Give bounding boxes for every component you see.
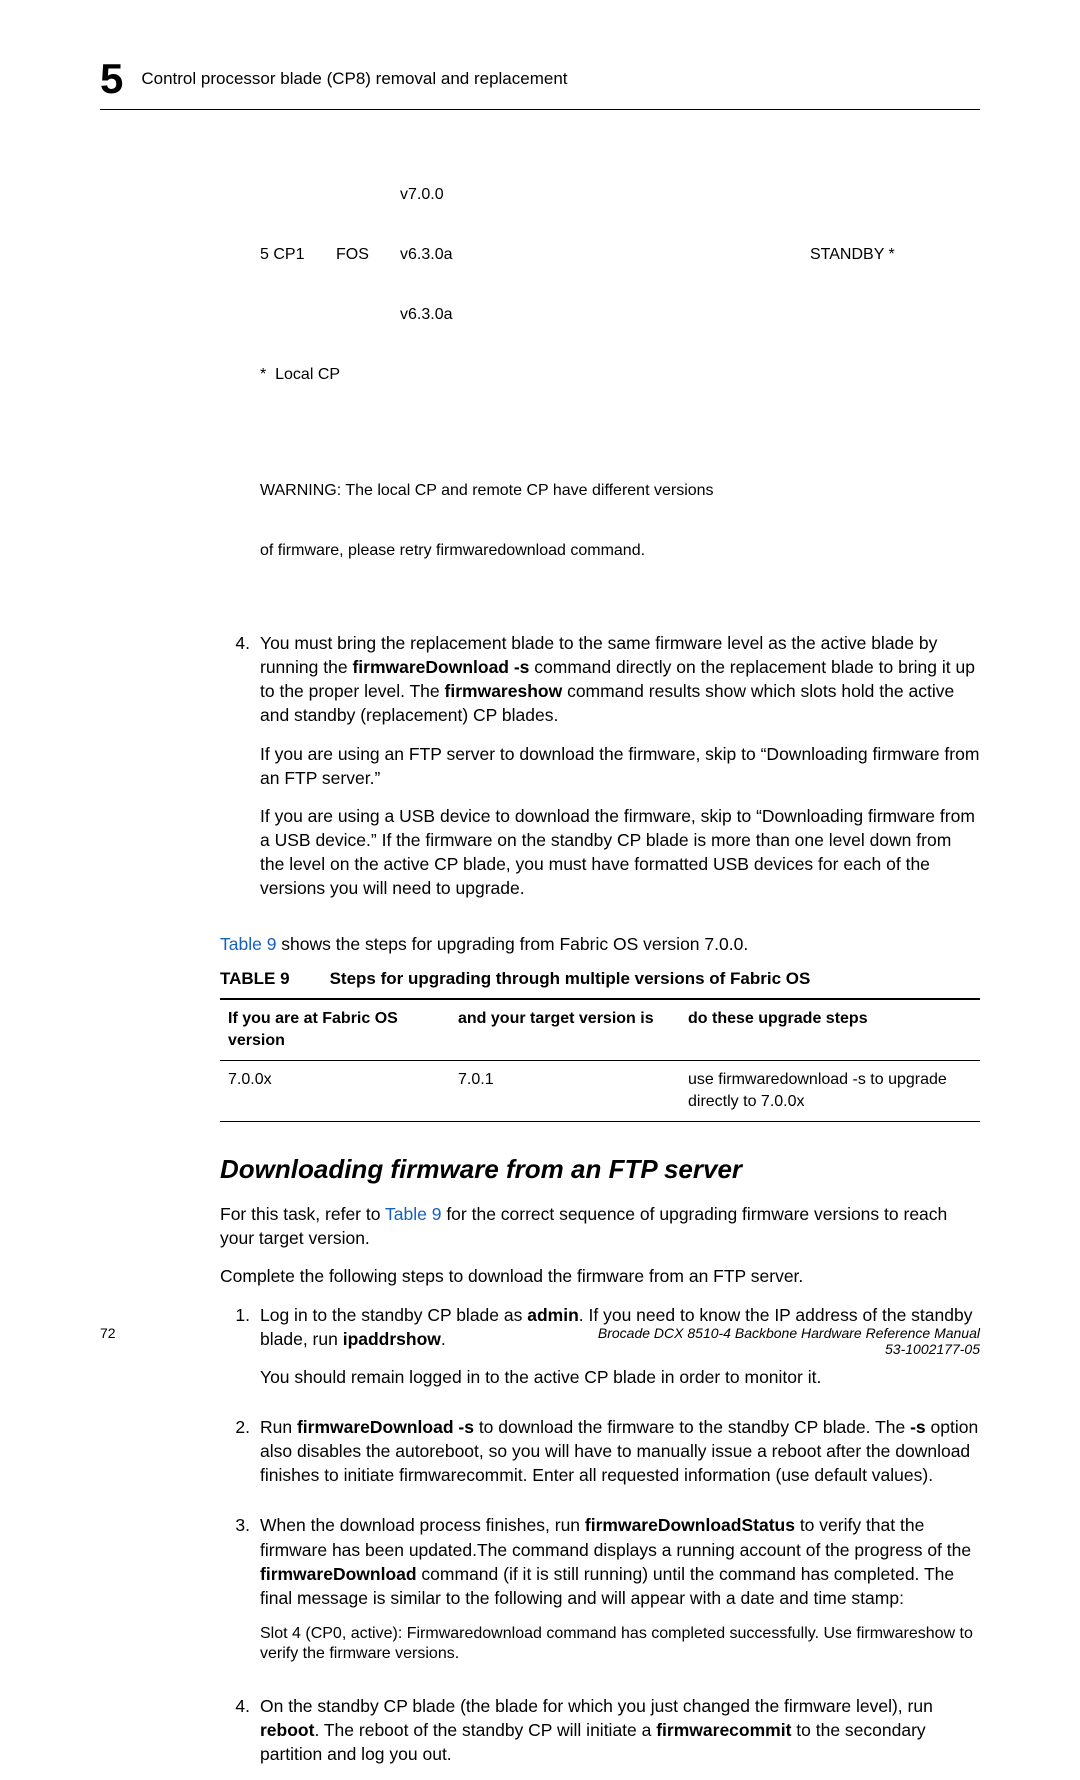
upgrade-table: If you are at Fabric OS version and your… <box>220 998 980 1122</box>
terminal-output: v7.0.0 5 CP1 FOS v6.3.0a STANDBY * v6.3.… <box>260 145 980 601</box>
section: Downloading firmware from an FTP server … <box>220 1152 980 1780</box>
slot-id: 5 CP1 <box>260 245 330 265</box>
doc-title: Brocade DCX 8510-4 Backbone Hardware Ref… <box>598 1325 980 1341</box>
doc-number: 53-1002177-05 <box>885 1341 980 1357</box>
list-item: 4. On the standby CP blade (the blade fo… <box>220 1694 980 1780</box>
command-name: firmwareDownloadStatus <box>585 1515 795 1535</box>
command-name: firmwareDownload -s <box>297 1417 474 1437</box>
cell-steps: use firmwaredownload -s to upgrade direc… <box>688 1069 980 1113</box>
paragraph: You should remain logged in to the activ… <box>260 1365 980 1389</box>
step-number: 4. <box>220 631 260 914</box>
flag-name: -s <box>910 1417 926 1437</box>
page-footer: 72 Brocade DCX 8510-4 Backbone Hardware … <box>100 1325 980 1357</box>
step-number: 2. <box>220 1415 260 1501</box>
section-heading: Downloading firmware from an FTP server <box>220 1152 980 1188</box>
command-name: firmwareDownload -s <box>352 657 529 677</box>
table-link[interactable]: Table 9 <box>385 1204 441 1224</box>
paragraph: For this task, refer to Table 9 for the … <box>220 1202 980 1250</box>
list-item: 4. You must bring the replacement blade … <box>220 631 980 914</box>
paragraph: Complete the following steps to download… <box>220 1264 980 1288</box>
command-name: reboot <box>260 1720 314 1740</box>
cell-current: 7.0.0x <box>220 1069 458 1113</box>
fw-version: v6.3.0a <box>400 305 470 325</box>
cp-status: STANDBY * <box>810 245 895 265</box>
step-number: 4. <box>220 1694 260 1780</box>
table-row: 7.0.0x 7.0.1 use firmwaredownload -s to … <box>220 1061 980 1121</box>
chapter-number: 5 <box>100 55 123 103</box>
table-link[interactable]: Table 9 <box>220 934 276 954</box>
paragraph: You must bring the replacement blade to … <box>260 631 980 728</box>
warning-line: WARNING: The local CP and remote CP have… <box>260 481 980 501</box>
command-name: firmwareDownload <box>260 1564 417 1584</box>
table-caption: Steps for upgrading through multiple ver… <box>330 967 811 990</box>
col-header-steps: do these upgrade steps <box>688 1008 980 1052</box>
command-name: firmwareshow <box>445 681 563 701</box>
list-item: 2. Run firmwareDownload -s to download t… <box>220 1415 980 1501</box>
os-name: FOS <box>330 245 400 265</box>
console-message: Slot 4 (CP0, active): Firmwaredownload c… <box>260 1624 980 1664</box>
page-header: 5 Control processor blade (CP8) removal … <box>100 55 980 110</box>
chapter-title: Control processor blade (CP8) removal an… <box>141 69 567 89</box>
table-block: TABLE 9 Steps for upgrading through mult… <box>220 967 980 1123</box>
body-text: 4. You must bring the replacement blade … <box>220 631 980 914</box>
col-header-current: If you are at Fabric OS version <box>220 1008 458 1052</box>
warning-line: of firmware, please retry firmwaredownlo… <box>260 541 980 561</box>
paragraph: If you are using a USB device to downloa… <box>260 804 980 901</box>
fw-version: v7.0.0 <box>400 185 470 205</box>
page-number: 72 <box>100 1325 116 1357</box>
local-cp-note: * Local CP <box>260 365 980 385</box>
table-intro: Table 9 shows the steps for upgrading fr… <box>220 932 980 956</box>
cell-target: 7.0.1 <box>458 1069 688 1113</box>
fw-version: v6.3.0a <box>400 245 470 265</box>
col-header-target: and your target version is <box>458 1008 688 1052</box>
paragraph: If you are using an FTP server to downlo… <box>260 742 980 790</box>
list-item: 3. When the download process finishes, r… <box>220 1513 980 1664</box>
command-name: firmwarecommit <box>656 1720 791 1740</box>
step-number: 3. <box>220 1513 260 1664</box>
role-name: admin <box>527 1305 579 1325</box>
page: 5 Control processor blade (CP8) removal … <box>0 0 1080 1397</box>
table-label: TABLE 9 <box>220 967 290 990</box>
